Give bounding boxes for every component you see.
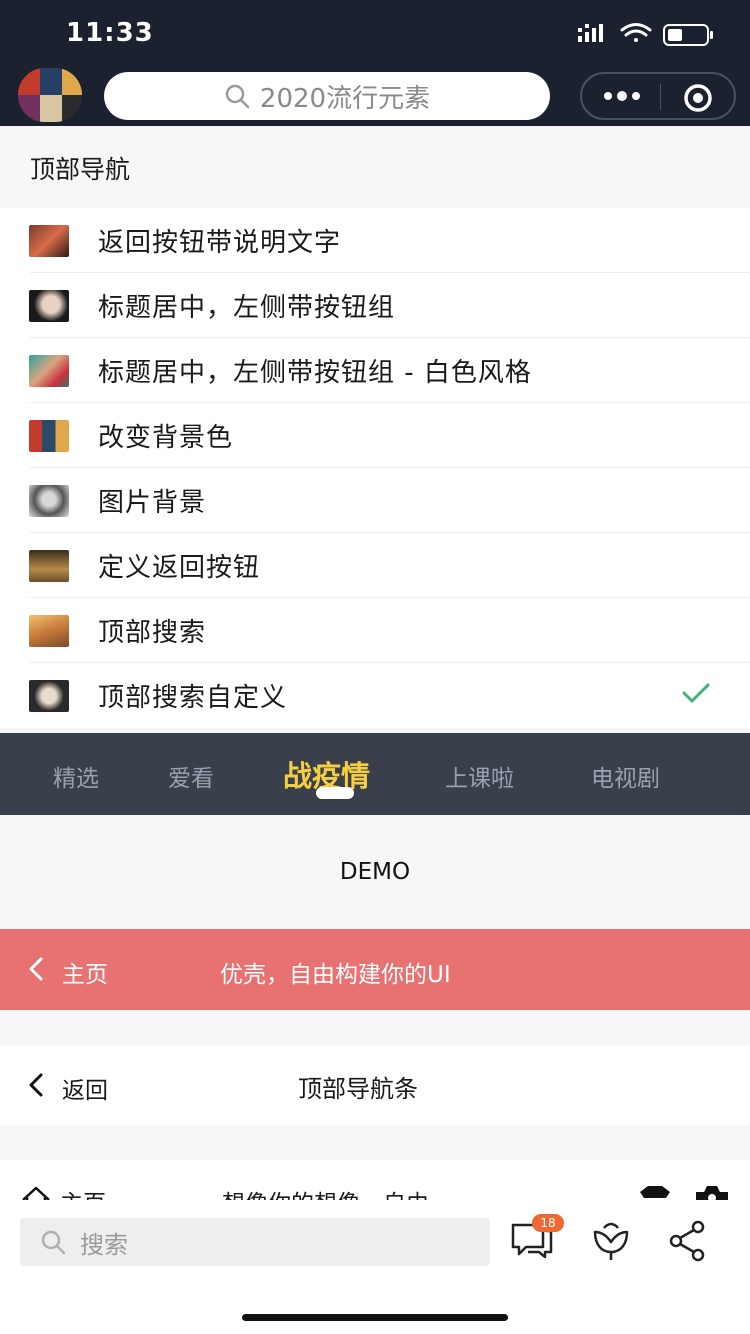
bottom-search-placeholder: 搜索 xyxy=(80,1230,128,1259)
wifi-icon xyxy=(620,23,652,42)
tab-dianshiju[interactable]: 电视剧 xyxy=(591,759,660,793)
search-icon xyxy=(225,84,250,109)
avatar[interactable] xyxy=(18,68,82,122)
top-search-bar[interactable]: 2020流行元素 xyxy=(104,72,550,120)
home-icon[interactable] xyxy=(20,1186,52,1200)
tab-active-indicator xyxy=(316,787,354,799)
bottom-search-input[interactable]: 搜索 xyxy=(20,1218,490,1266)
demo-list: 返回按钮带说明文字 标题居中，左侧带按钮组 标题居中，左侧带按钮组 - 白色风格… xyxy=(0,208,750,728)
status-icons xyxy=(578,23,713,46)
checkmark-icon xyxy=(682,683,710,703)
shirt-icon[interactable] xyxy=(638,1186,672,1200)
tab-jingxuan[interactable]: 精选 xyxy=(53,759,99,793)
red-nav-bar: 主页 优壳，自由构建你的UI xyxy=(0,929,750,1010)
top-search-placeholder: 2020流行元素 xyxy=(259,83,431,114)
tab-bar: 精选 爱看 战疫情 上课啦 电视剧 xyxy=(0,733,750,815)
thumbnail-image xyxy=(29,484,69,517)
list-item[interactable]: 标题居中，左侧带按钮组 xyxy=(0,273,750,338)
thumbnail-image xyxy=(29,679,69,712)
share-icon[interactable] xyxy=(668,1220,706,1262)
list-item-label: 顶部搜索自定义 xyxy=(98,683,288,713)
white-nav-back-label[interactable]: 返回 xyxy=(62,1071,108,1105)
thumbnail-image xyxy=(29,549,69,582)
list-item-label: 定义返回按钮 xyxy=(98,553,261,583)
list-item[interactable]: 改变背景色 xyxy=(0,403,750,468)
more-dots-icon[interactable] xyxy=(602,86,642,106)
thumbnail-image xyxy=(29,419,69,452)
battery-icon xyxy=(663,24,713,46)
camera-icon[interactable] xyxy=(694,1184,730,1200)
red-nav-title: 优壳，自由构建你的UI xyxy=(220,962,451,988)
thumbnail-image xyxy=(29,224,69,257)
red-nav-back-label[interactable]: 主页 xyxy=(62,955,108,989)
capsule-divider xyxy=(660,84,661,110)
chevron-left-icon[interactable] xyxy=(28,1073,44,1097)
list-item[interactable]: 顶部搜索 xyxy=(0,598,750,663)
list-item[interactable]: 顶部搜索自定义 xyxy=(0,663,750,728)
demo-label: DEMO xyxy=(0,815,750,929)
list-item-label: 标题居中，左侧带按钮组 xyxy=(98,293,396,323)
list-item-label: 顶部搜索 xyxy=(98,618,207,648)
partial-nav-bar: 主页 想像你的想像，自由 xyxy=(0,1160,750,1200)
tab-aikan[interactable]: 爱看 xyxy=(168,759,214,793)
list-item[interactable]: 标题居中，左侧带按钮组 - 白色风格 xyxy=(0,338,750,403)
mini-program-capsule xyxy=(580,72,736,120)
chevron-left-icon[interactable] xyxy=(28,957,44,981)
partial-nav-home-label[interactable]: 主页 xyxy=(60,1184,106,1200)
list-item-label: 改变背景色 xyxy=(98,423,234,453)
section-title: 顶部导航 xyxy=(30,155,131,184)
list-item[interactable]: 图片背景 xyxy=(0,468,750,533)
white-nav-bar: 返回 顶部导航条 xyxy=(0,1045,750,1125)
list-item-label: 图片背景 xyxy=(98,488,207,518)
partial-nav-title: 想像你的想像，自由 xyxy=(222,1184,429,1200)
thumbnail-image xyxy=(29,354,69,387)
list-item[interactable]: 定义返回按钮 xyxy=(0,533,750,598)
list-item-label: 标题居中，左侧带按钮组 - 白色风格 xyxy=(98,358,532,388)
thumbnail-image xyxy=(29,614,69,647)
search-icon xyxy=(41,1230,66,1255)
tab-shangkela[interactable]: 上课啦 xyxy=(445,759,514,793)
status-time: 11:33 xyxy=(66,18,154,48)
close-target-icon[interactable] xyxy=(682,82,714,114)
flower-icon[interactable] xyxy=(592,1222,630,1262)
signal-icon xyxy=(578,24,603,42)
thumbnail-image xyxy=(29,289,69,322)
message-badge: 18 xyxy=(532,1214,564,1232)
white-nav-title: 顶部导航条 xyxy=(298,1075,418,1103)
bottom-bar: 搜索 18 xyxy=(0,1200,750,1334)
top-header: 11:33 2020流行元素 xyxy=(0,0,750,126)
home-indicator xyxy=(242,1314,508,1321)
list-item-label: 返回按钮带说明文字 xyxy=(98,228,342,258)
list-item[interactable]: 返回按钮带说明文字 xyxy=(0,208,750,273)
